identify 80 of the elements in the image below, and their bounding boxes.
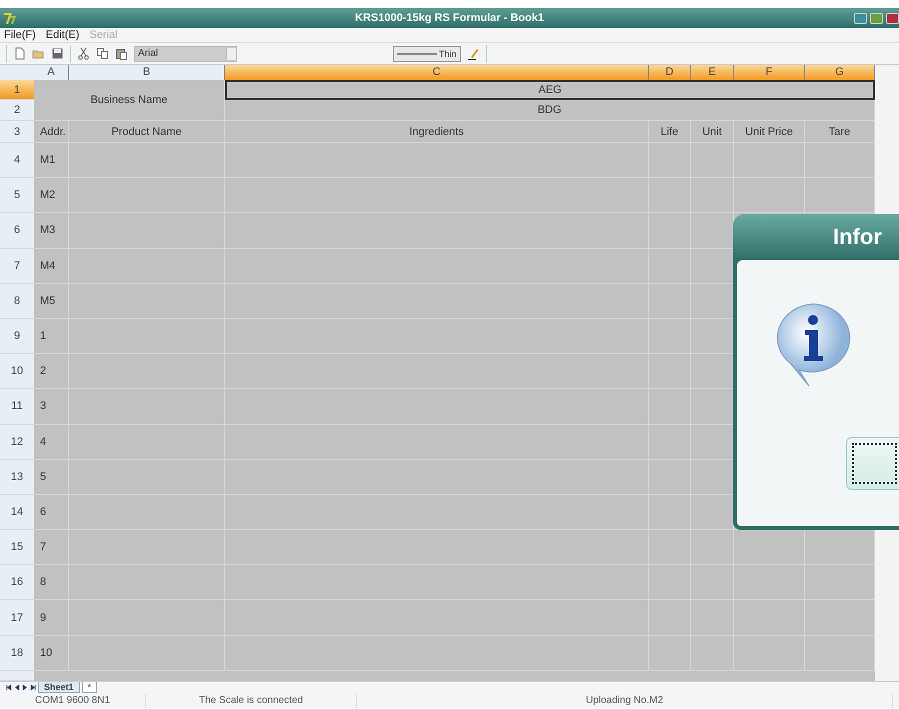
table-cell: M3 <box>34 213 69 249</box>
row-header[interactable]: 13 <box>0 460 34 495</box>
column-heading: Life <box>649 121 691 143</box>
table-cell: 8 <box>34 565 69 600</box>
table-cell <box>805 178 875 214</box>
table-cell: 1 <box>34 318 69 354</box>
row-header[interactable]: 8 <box>0 284 34 319</box>
sheet-nav-icon[interactable] <box>6 684 12 692</box>
row-header[interactable]: 7 <box>0 248 34 284</box>
row-header[interactable]: 5 <box>0 178 34 214</box>
row-header[interactable]: 18 <box>0 636 34 671</box>
column-heading: Product Name <box>69 121 225 143</box>
column-heading: Addr. <box>34 121 69 143</box>
app-logo-icon <box>3 11 17 25</box>
table-cell: Business Name <box>34 80 225 121</box>
table-cell: 3 <box>34 389 69 424</box>
column-heading: Ingredients <box>225 121 649 143</box>
column-heading: Tare <box>805 121 875 143</box>
table-cell: M2 <box>34 178 69 214</box>
status-text: COM1 9600 8N1 <box>0 694 146 708</box>
column-header[interactable]: G <box>805 65 875 80</box>
menu-item[interactable]: File(F) <box>4 29 36 41</box>
row-header[interactable]: 17 <box>0 600 34 636</box>
row-header[interactable]: 11 <box>0 389 34 424</box>
row-header[interactable]: 3 <box>0 121 34 143</box>
cut-icon[interactable] <box>77 47 90 60</box>
save-icon[interactable] <box>51 47 64 60</box>
line-style-dropdown[interactable]: Thin <box>393 46 461 62</box>
table-cell: M4 <box>34 248 69 284</box>
status-text: Uploading No.M2 <box>357 694 893 708</box>
table-cell: 7 <box>34 530 69 566</box>
table-cell: BDG <box>225 100 875 121</box>
new-file-icon[interactable] <box>13 47 26 60</box>
row-header[interactable]: 15 <box>0 530 34 566</box>
sheet-nav-icon[interactable] <box>30 684 36 692</box>
line-style-icon <box>397 52 437 56</box>
table-cell <box>805 565 875 600</box>
column-header[interactable]: F <box>734 65 805 80</box>
table-cell: 9 <box>34 600 69 636</box>
close-button[interactable] <box>886 12 899 24</box>
row-header[interactable]: 10 <box>0 354 34 390</box>
font-dropdown[interactable]: Arial <box>134 46 237 62</box>
paste-icon[interactable] <box>115 47 128 60</box>
table-cell: M5 <box>34 284 69 319</box>
sheet-tab[interactable]: * <box>82 682 98 694</box>
pen-icon[interactable] <box>466 47 480 60</box>
column-header[interactable]: B <box>69 65 225 80</box>
row-header[interactable]: 9 <box>0 318 34 354</box>
column-header[interactable]: D <box>649 65 691 80</box>
dialog-button[interactable] <box>846 437 899 490</box>
table-cell <box>805 600 875 636</box>
table-cell <box>805 636 875 671</box>
table-cell: AEG <box>225 80 875 100</box>
sheet-tab[interactable]: Sheet1 <box>38 682 80 694</box>
table-cell <box>805 143 875 178</box>
table-cell: 4 <box>34 424 69 460</box>
table-cell: 5 <box>34 460 69 495</box>
row-header[interactable]: 12 <box>0 424 34 460</box>
column-header[interactable]: C <box>225 65 649 80</box>
status-text: The Scale is connected <box>146 694 357 708</box>
window-title: KRS1000-15kg RS Formular - Book1 <box>355 12 544 24</box>
column-heading: Unit Price <box>734 121 805 143</box>
row-header[interactable]: 2 <box>0 100 34 121</box>
row-header[interactable]: 6 <box>0 213 34 249</box>
table-cell: M1 <box>34 143 69 178</box>
table-cell <box>734 178 805 214</box>
row-header[interactable]: 1 <box>0 80 34 100</box>
row-header[interactable]: 14 <box>0 494 34 530</box>
table-cell <box>691 530 734 566</box>
menu-item[interactable]: Edit(E) <box>46 29 80 41</box>
table-cell: 2 <box>34 354 69 390</box>
column-heading: Unit <box>691 121 734 143</box>
table-cell: 6 <box>34 494 69 530</box>
row-header[interactable]: 16 <box>0 565 34 600</box>
row-header[interactable]: 4 <box>0 143 34 178</box>
column-header[interactable]: A <box>34 65 69 80</box>
column-header[interactable]: E <box>691 65 734 80</box>
table-cell: 10 <box>34 636 69 671</box>
copy-icon[interactable] <box>96 47 109 60</box>
dialog-title: Infor <box>833 224 882 250</box>
